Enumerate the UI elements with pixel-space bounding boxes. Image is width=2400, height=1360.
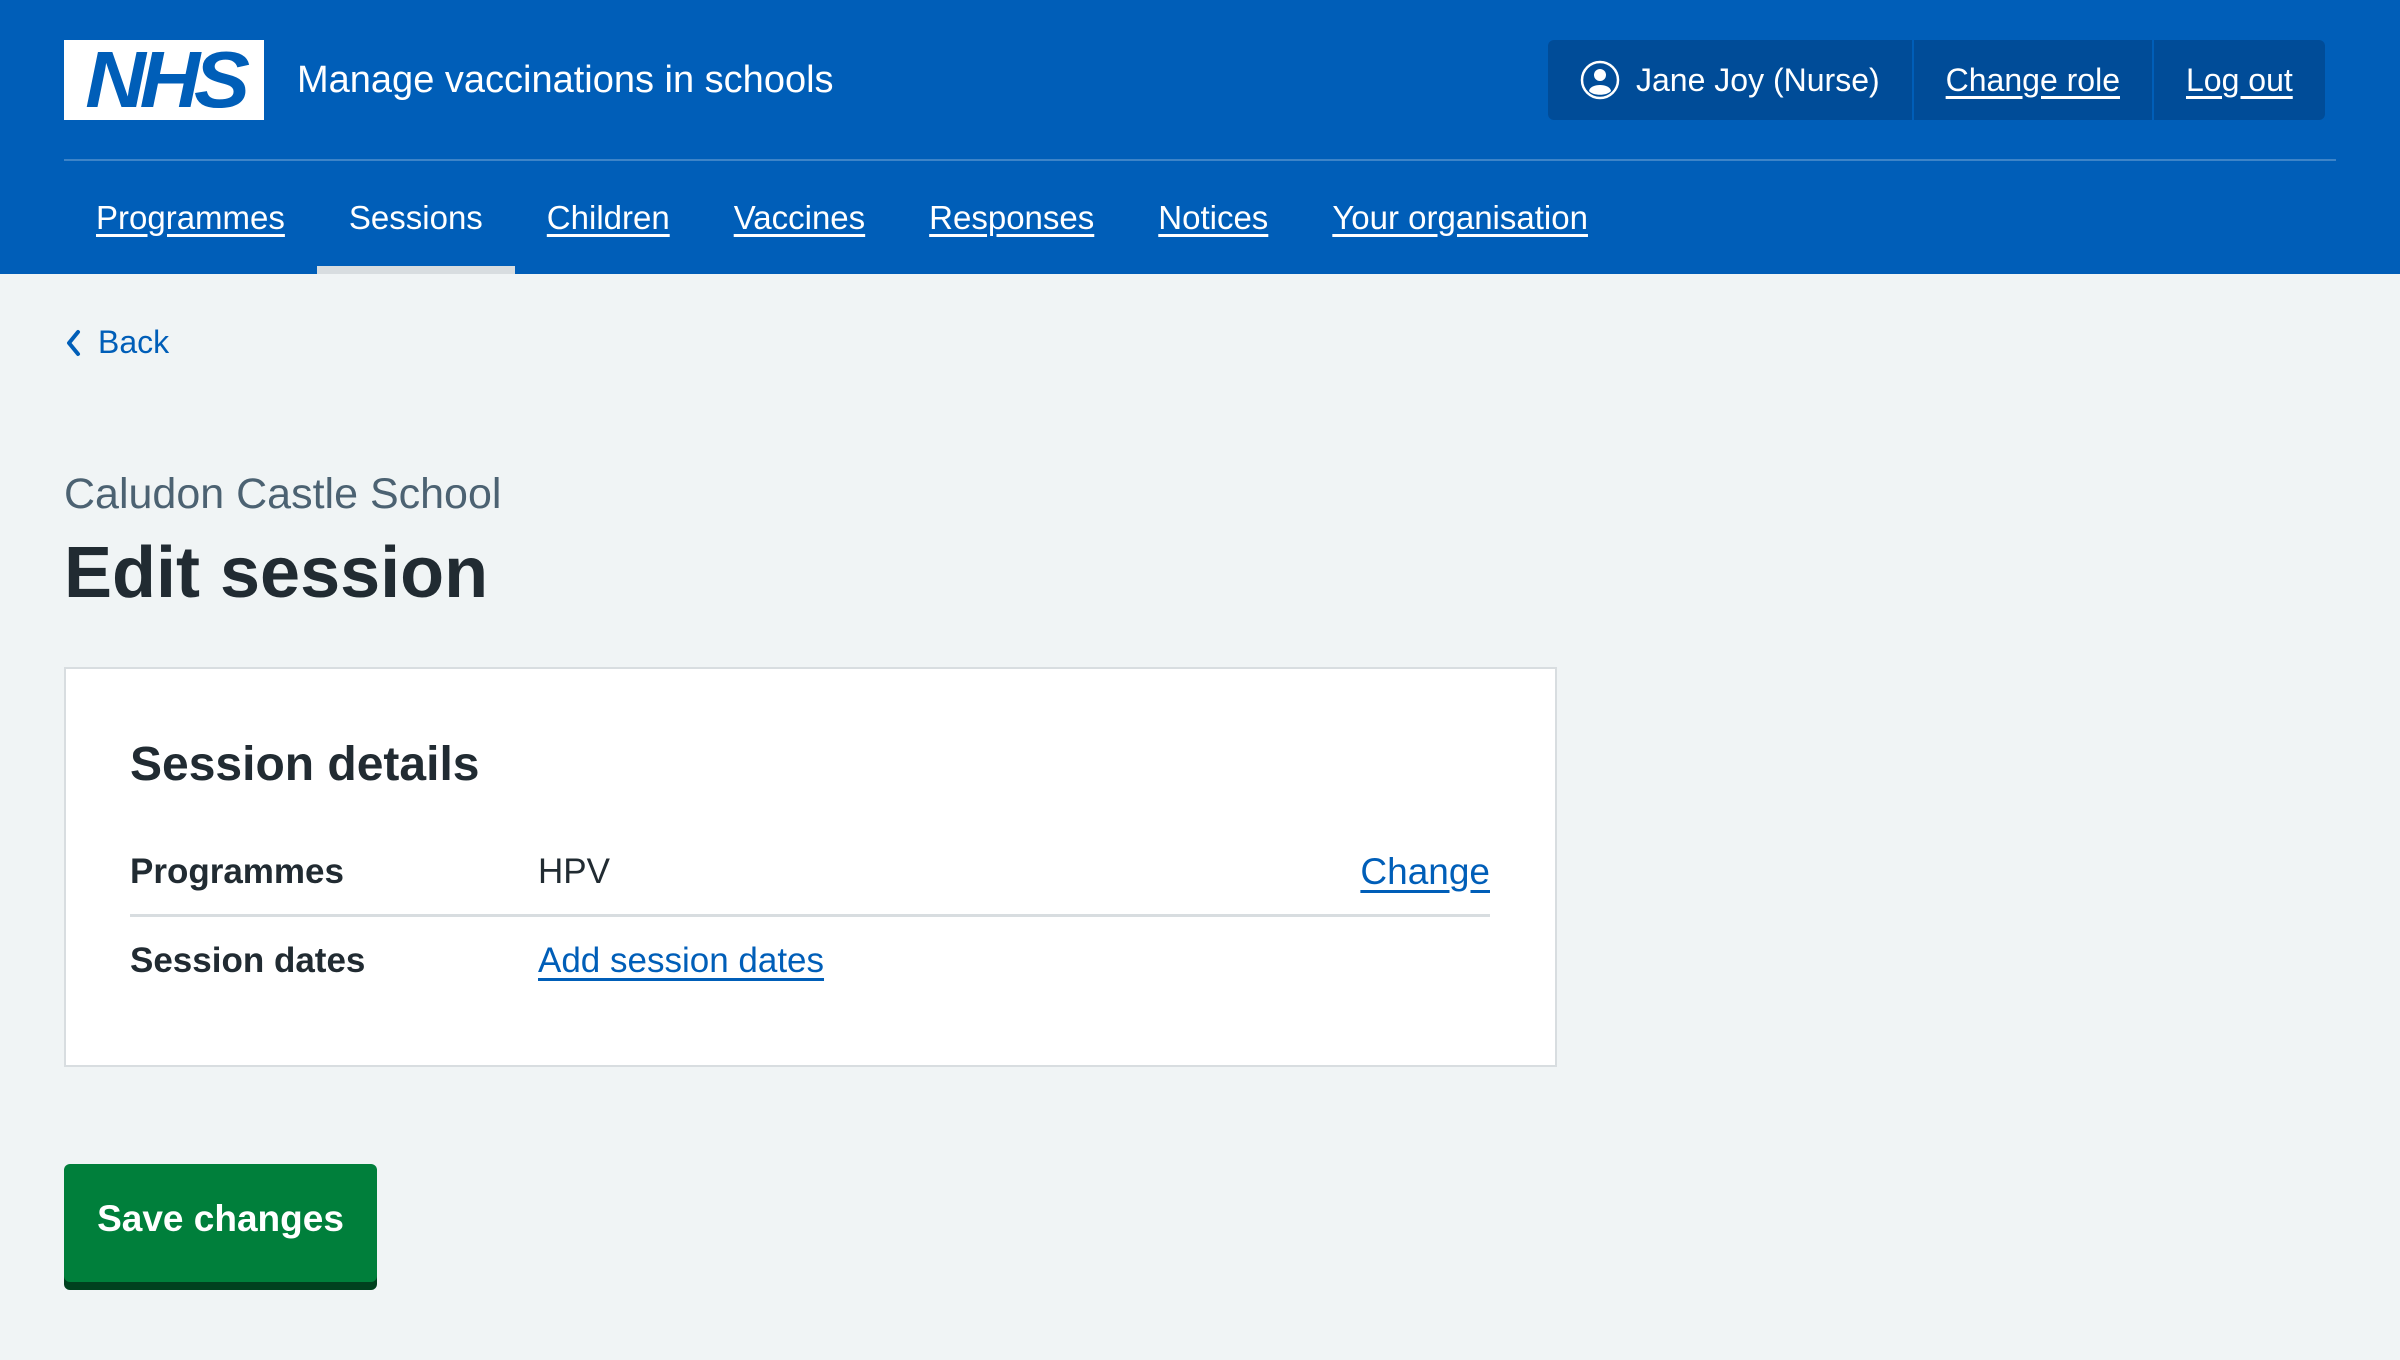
- nav-item-children[interactable]: Children: [515, 161, 702, 274]
- back-link[interactable]: Back: [64, 324, 169, 361]
- log-out-link[interactable]: Log out: [2186, 62, 2293, 99]
- chevron-left-icon: [67, 329, 80, 356]
- back-link-label: Back: [98, 324, 170, 360]
- save-changes-button[interactable]: Save changes: [64, 1164, 377, 1282]
- summary-row-session-dates: Session dates Add session dates: [130, 917, 1490, 1005]
- change-role-item: Change role: [1914, 40, 2154, 120]
- summary-value: Add session dates: [538, 941, 1490, 981]
- site-header: NHS Manage vaccinations in schools Jane …: [0, 0, 2400, 274]
- summary-key: Programmes: [130, 851, 344, 891]
- user-icon: [1580, 60, 1620, 100]
- change-role-link[interactable]: Change role: [1946, 62, 2120, 99]
- session-details-card: Session details Programmes HPV Change Se…: [64, 667, 1557, 1067]
- add-session-dates-link[interactable]: Add session dates: [538, 941, 824, 980]
- log-out-item: Log out: [2154, 40, 2325, 120]
- nav-item-programmes[interactable]: Programmes: [64, 161, 317, 274]
- nav-item-responses[interactable]: Responses: [897, 161, 1126, 274]
- primary-navigation: Programmes Sessions Children Vaccines Re…: [64, 161, 1620, 274]
- card-title: Session details: [130, 738, 480, 791]
- nav-item-sessions[interactable]: Sessions: [316, 161, 515, 274]
- nav-item-vaccines[interactable]: Vaccines: [702, 161, 897, 274]
- page-caption: Caludon Castle School: [64, 470, 502, 518]
- summary-key: Session dates: [130, 941, 366, 980]
- account-user: Jane Joy (Nurse): [1548, 40, 1914, 120]
- summary-row-programmes: Programmes HPV Change: [130, 829, 1490, 917]
- user-name: Jane Joy (Nurse): [1636, 61, 1880, 98]
- summary-action: Change: [1360, 851, 1490, 893]
- summary-value: HPV: [538, 851, 610, 891]
- nav-item-your-organisation[interactable]: Your organisation: [1300, 161, 1620, 274]
- page-title: Edit session: [64, 533, 489, 613]
- change-programmes-link[interactable]: Change: [1360, 851, 1490, 892]
- summary-list: Programmes HPV Change Session dates Add …: [130, 829, 1490, 1005]
- service-name[interactable]: Manage vaccinations in schools: [297, 56, 834, 104]
- nhs-logo[interactable]: NHS: [64, 40, 264, 120]
- nav-item-notices[interactable]: Notices: [1126, 161, 1300, 274]
- nhs-logo-text: NHS: [84, 35, 250, 124]
- account-menu: Jane Joy (Nurse) Change role Log out: [1548, 40, 2325, 120]
